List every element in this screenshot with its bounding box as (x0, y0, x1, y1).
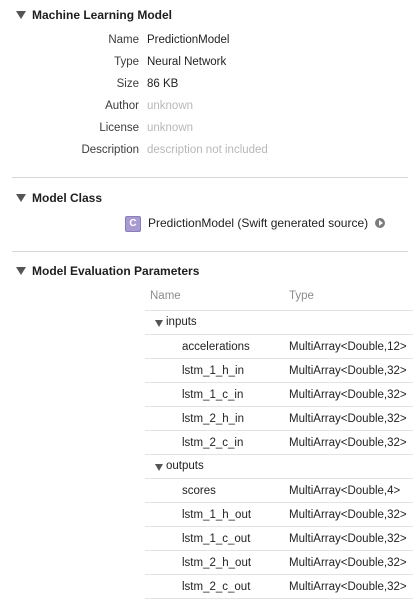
parameter-name: lstm_1_h_out (182, 509, 252, 521)
property-row-author: Author unknown (0, 100, 420, 118)
table-row[interactable]: lstm_1_c_in MultiArray<Double,32> (145, 382, 413, 406)
table-row[interactable]: lstm_2_c_in MultiArray<Double,32> (145, 430, 413, 454)
table-row[interactable]: lstm_1_h_out MultiArray<Double,32> (145, 502, 413, 526)
parameter-name: lstm_2_c_out (182, 581, 251, 593)
disclosure-triangle-icon[interactable] (16, 11, 26, 19)
section-title: Model Class (32, 191, 103, 205)
table-row[interactable]: scores MultiArray<Double,4> (145, 478, 413, 502)
table-row[interactable]: lstm_2_h_in MultiArray<Double,32> (145, 406, 413, 430)
navigate-arrow-icon[interactable] (375, 218, 385, 228)
property-value[interactable]: unknown (147, 122, 193, 134)
table-row[interactable]: lstm_2_c_out MultiArray<Double,32> (145, 574, 413, 598)
table-row[interactable]: lstm_1_c_out MultiArray<Double,32> (145, 526, 413, 550)
group-label: outputs (166, 460, 204, 472)
table-row[interactable]: accelerations MultiArray<Double,12> (145, 334, 413, 358)
parameter-type: MultiArray<Double,12> (289, 341, 407, 353)
model-class-label: PredictionModel (Swift generated source) (148, 216, 369, 230)
parameter-type: MultiArray<Double,4> (289, 485, 401, 497)
disclosure-triangle-icon[interactable] (155, 464, 163, 471)
table-bottom-border (145, 598, 413, 599)
model-class-row: C PredictionModel (Swift generated sourc… (0, 215, 420, 235)
section-title: Model Evaluation Parameters (32, 264, 200, 278)
parameter-type: MultiArray<Double,32> (289, 557, 407, 569)
parameter-name: lstm_2_c_in (182, 437, 244, 449)
parameter-name: lstm_1_c_in (182, 389, 244, 401)
eval-section-header[interactable]: Model Evaluation Parameters (0, 260, 420, 282)
parameter-type: MultiArray<Double,32> (289, 509, 407, 521)
divider (12, 251, 408, 252)
property-value[interactable]: unknown (147, 100, 193, 112)
parameter-type: MultiArray<Double,32> (289, 365, 407, 377)
column-header-name[interactable]: Name (150, 290, 181, 302)
divider (12, 177, 408, 178)
parameter-type: MultiArray<Double,32> (289, 389, 407, 401)
property-row-name: Name PredictionModel (0, 34, 420, 52)
table-row[interactable]: lstm_1_h_in MultiArray<Double,32> (145, 358, 413, 382)
parameter-type: MultiArray<Double,32> (289, 437, 407, 449)
parameter-type: MultiArray<Double,32> (289, 581, 407, 593)
property-row-type: Type Neural Network (0, 56, 420, 74)
parameter-name: accelerations (182, 341, 250, 353)
property-value[interactable]: description not included (147, 144, 268, 156)
parameter-name: lstm_2_h_out (182, 557, 252, 569)
group-row-inputs[interactable]: inputs (145, 310, 413, 334)
parameter-name: lstm_2_h_in (182, 413, 245, 425)
group-row-outputs[interactable]: outputs (145, 454, 413, 478)
parameters-table: Name Type inputs accelerations MultiArray<… (145, 286, 413, 599)
parameter-name: scores (182, 485, 216, 497)
table-header: Name Type (145, 286, 413, 310)
property-key: Description (81, 144, 139, 156)
property-value: PredictionModel (147, 34, 230, 46)
group-label: inputs (166, 316, 197, 328)
class-section-header[interactable]: Model Class (0, 187, 420, 209)
property-key: Name (108, 34, 139, 46)
property-key: License (99, 122, 139, 134)
property-value: 86 KB (147, 78, 179, 90)
property-key: Type (114, 56, 139, 68)
section-title: Machine Learning Model (32, 8, 173, 22)
disclosure-triangle-icon[interactable] (16, 267, 26, 275)
property-key: Author (105, 100, 139, 112)
disclosure-triangle-icon[interactable] (155, 320, 163, 327)
column-header-type[interactable]: Type (289, 290, 314, 302)
property-row-description: Description description not included (0, 144, 420, 162)
swift-class-icon: C (125, 216, 141, 232)
property-value: Neural Network (147, 56, 227, 68)
property-row-size: Size 86 KB (0, 78, 420, 96)
parameter-name: lstm_1_c_out (182, 533, 251, 545)
table-body: inputs accelerations MultiArray<Double,12>… (145, 310, 413, 599)
property-row-license: License unknown (0, 122, 420, 140)
table-row[interactable]: lstm_2_h_out MultiArray<Double,32> (145, 550, 413, 574)
parameter-name: lstm_1_h_in (182, 365, 245, 377)
parameter-type: MultiArray<Double,32> (289, 533, 407, 545)
model-section-header[interactable]: Machine Learning Model (0, 4, 420, 26)
property-key: Size (116, 78, 139, 90)
parameter-type: MultiArray<Double,32> (289, 413, 407, 425)
disclosure-triangle-icon[interactable] (16, 194, 26, 202)
